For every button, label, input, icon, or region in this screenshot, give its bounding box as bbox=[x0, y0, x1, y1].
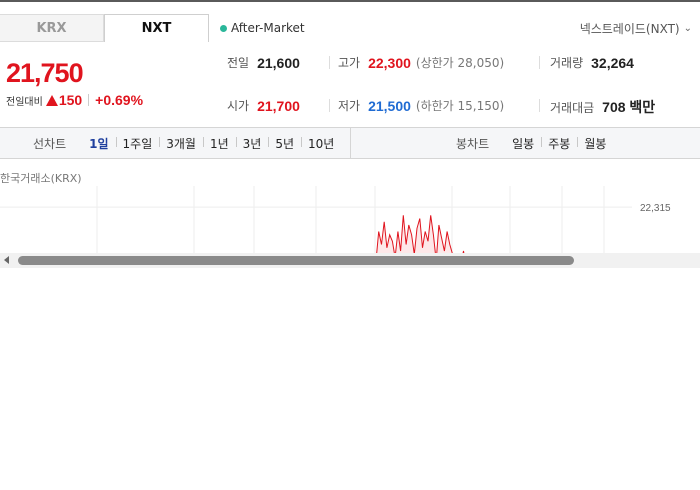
candle-monthly[interactable]: 월봉 bbox=[577, 135, 613, 152]
candle-chart-title: 봉차트 bbox=[456, 137, 490, 151]
status-dot-icon bbox=[220, 24, 227, 32]
broker-select[interactable]: 넥스트레이드(NXT) ⌄ bbox=[580, 20, 692, 37]
top-border bbox=[0, 0, 700, 2]
y-tick-label: 22,315 bbox=[640, 203, 671, 214]
stat-value: 32,264 bbox=[591, 54, 634, 71]
chevron-down-icon: ⌄ bbox=[683, 23, 692, 34]
tab-krx[interactable]: KRX bbox=[0, 14, 104, 42]
stat-sub: (하한가 15,150) bbox=[415, 99, 505, 113]
line-chart-periods: 선차트 1일 1주일 3개월 1년 3년 5년 10년 bbox=[33, 128, 341, 159]
current-price: 21,750 bbox=[6, 58, 84, 88]
stat-amount: 거래대금 708 백만 bbox=[550, 97, 655, 117]
stat-label: 시가 bbox=[227, 99, 250, 113]
tab-nxt[interactable]: NXT bbox=[104, 14, 209, 42]
period-1w[interactable]: 1주일 bbox=[115, 135, 160, 152]
scroll-thumb[interactable] bbox=[18, 256, 574, 265]
session-status: After-Market bbox=[220, 21, 305, 35]
period-3y[interactable]: 3년 bbox=[235, 135, 269, 152]
scroll-left-arrow-icon[interactable] bbox=[4, 256, 9, 264]
divider bbox=[329, 99, 330, 112]
broker-label: 넥스트레이드(NXT) bbox=[579, 22, 680, 36]
divider bbox=[539, 99, 540, 112]
toolbar-divider bbox=[350, 128, 351, 159]
price-change: 전일대비 150 +0.69% bbox=[6, 92, 143, 108]
candle-weekly[interactable]: 주봉 bbox=[541, 135, 577, 152]
chart-scrollbar[interactable] bbox=[0, 253, 700, 268]
stat-label: 거래량 bbox=[550, 56, 584, 70]
line-chart-title: 선차트 bbox=[33, 137, 67, 151]
stat-prev-close: 전일 21,600 bbox=[227, 54, 300, 71]
session-label: After-Market bbox=[231, 21, 305, 35]
period-3m[interactable]: 3개월 bbox=[159, 135, 203, 152]
chart-caption: 한국거래소(KRX) bbox=[0, 172, 82, 185]
price-chart: 22,31522,118 bbox=[0, 186, 671, 253]
candle-chart-periods: 봉차트 일봉 주봉 월봉 bbox=[456, 128, 613, 159]
stat-low: 저가 21,500 (하한가 15,150) bbox=[338, 97, 504, 114]
stat-volume: 거래량 32,264 bbox=[550, 54, 634, 71]
stat-high: 고가 22,300 (상한가 28,050) bbox=[338, 54, 504, 71]
stat-sub: (상한가 28,050) bbox=[415, 56, 505, 70]
period-1y[interactable]: 1년 bbox=[202, 135, 236, 152]
stat-label: 저가 bbox=[338, 99, 361, 113]
change-label: 전일대비 bbox=[6, 96, 43, 108]
divider bbox=[539, 56, 540, 69]
change-value: 150 bbox=[58, 92, 83, 108]
divider bbox=[329, 56, 330, 69]
stat-value: 21,600 bbox=[257, 54, 300, 71]
period-1d[interactable]: 1일 bbox=[82, 135, 115, 152]
chart-toolbar: 선차트 1일 1주일 3개월 1년 3년 5년 10년 봉차트 일봉 주봉 월봉 bbox=[0, 127, 700, 159]
stat-label: 거래대금 bbox=[550, 100, 595, 115]
period-10y[interactable]: 10년 bbox=[301, 135, 341, 152]
candle-daily[interactable]: 일봉 bbox=[505, 135, 541, 152]
stat-value: 21,500 bbox=[368, 97, 411, 114]
stat-value: 708 백만 bbox=[602, 99, 656, 115]
divider bbox=[88, 94, 90, 106]
stat-value: 22,300 bbox=[368, 54, 411, 71]
change-percent: +0.69% bbox=[95, 92, 144, 108]
stat-label: 고가 bbox=[338, 56, 361, 70]
stat-value: 21,700 bbox=[257, 97, 300, 114]
stat-open: 시가 21,700 bbox=[227, 97, 300, 114]
period-5y[interactable]: 5년 bbox=[268, 135, 301, 152]
up-triangle-icon bbox=[45, 94, 58, 106]
stat-label: 전일 bbox=[227, 56, 250, 70]
